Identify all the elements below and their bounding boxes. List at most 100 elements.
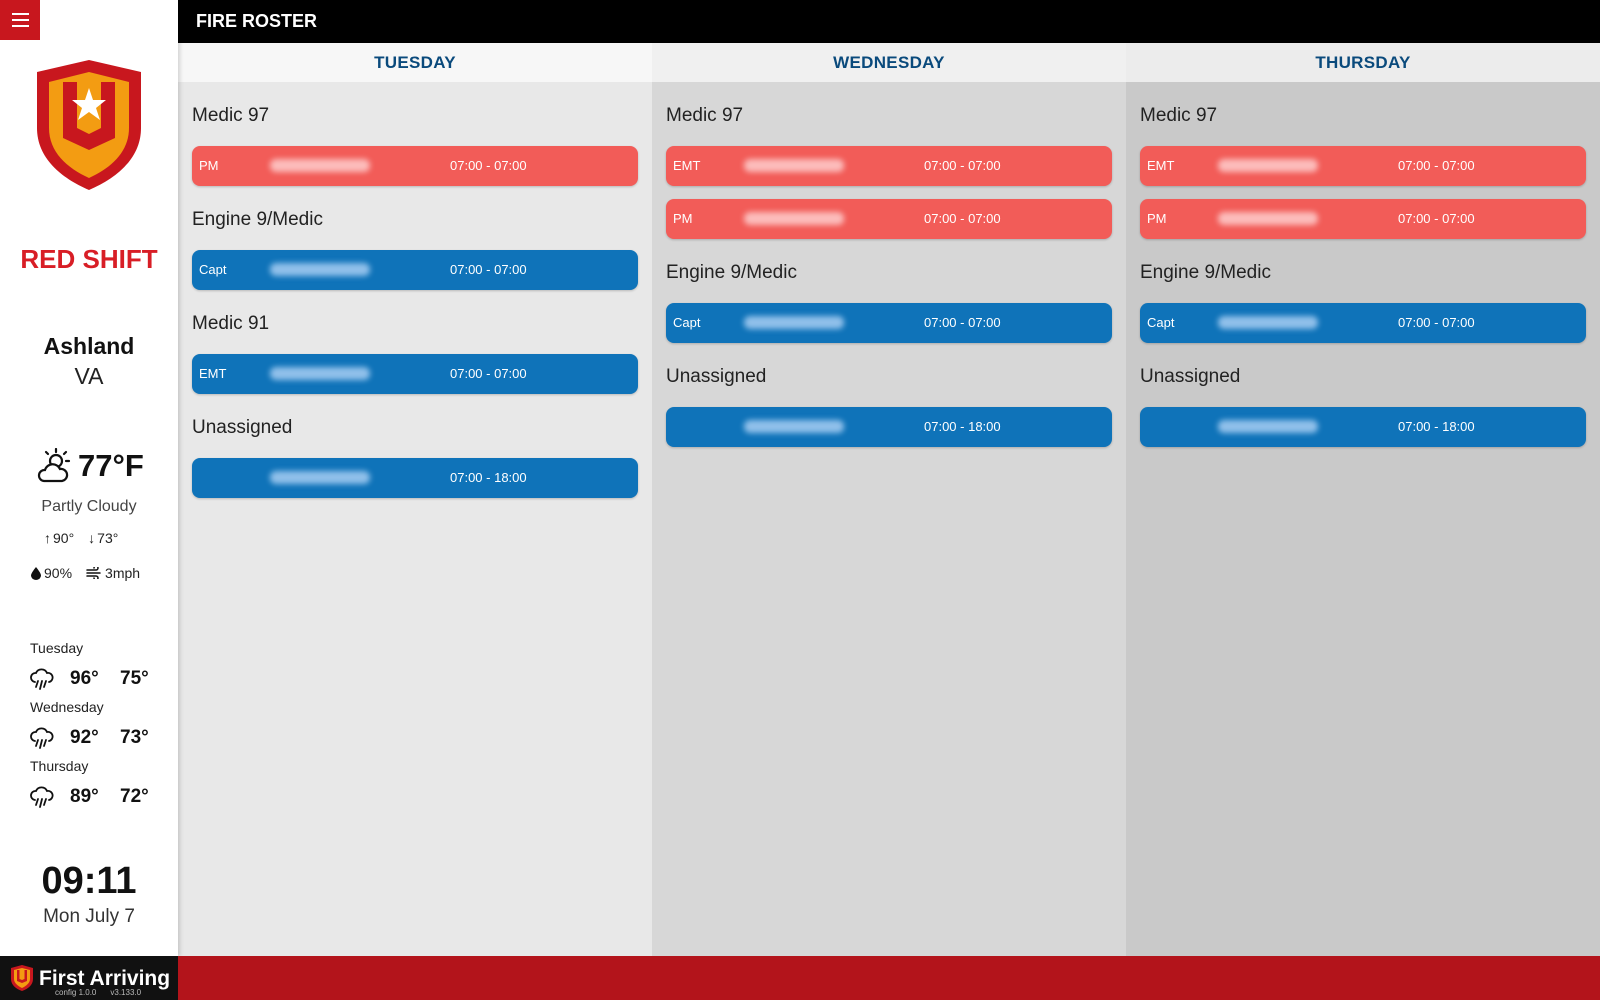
redacted-name — [1218, 212, 1318, 225]
forecast-low: 73° — [120, 727, 149, 748]
shift-card[interactable]: Capt 07:00 - 07:00 — [192, 250, 638, 290]
forecast-day: Wednesday — [30, 699, 104, 715]
hamburger-icon — [11, 13, 29, 15]
wind-group: 3mph — [86, 565, 140, 581]
current-temperature: 77°F — [78, 448, 144, 483]
redacted-name — [744, 212, 844, 225]
high-low: ↑ 90° ↓ 73° — [44, 530, 118, 546]
unit-title: Medic 91 — [192, 313, 270, 334]
shift-card[interactable]: EMT 07:00 - 07:00 — [666, 146, 1112, 186]
unit-title: Medic 97 — [1140, 105, 1218, 126]
current-date: Mon July 7 — [43, 906, 135, 927]
shift-time: 07:00 - 07:00 — [1398, 315, 1475, 330]
day-column-tuesday: TUESDAY Medic 97 PM 07:00 - 07:00 Engine… — [178, 43, 652, 956]
forecast-high: 89° — [70, 786, 99, 807]
shift-role: Capt — [673, 315, 701, 330]
humidity-group: 90% — [31, 565, 72, 581]
forecast-high: 92° — [70, 727, 99, 748]
brand-name: First Arriving — [39, 966, 171, 990]
unit-title: Medic 97 — [666, 105, 744, 126]
current-weather: 77°F — [36, 448, 144, 484]
arrow-down-icon: ↓ — [88, 530, 96, 546]
weather-condition: Partly Cloudy — [41, 498, 137, 515]
day-body: Medic 97 PM 07:00 - 07:00 Engine 9/Medic… — [178, 82, 652, 498]
rain-cloud-icon — [30, 727, 54, 749]
shift-time: 07:00 - 07:00 — [450, 262, 527, 277]
shift-role: PM — [199, 158, 219, 173]
shift-role: Capt — [199, 262, 227, 277]
shift-card[interactable]: PM 07:00 - 07:00 — [192, 146, 638, 186]
forecast-low: 75° — [120, 668, 149, 689]
shift-time: 07:00 - 07:00 — [1398, 211, 1475, 226]
shift-card[interactable]: 07:00 - 18:00 — [192, 458, 638, 498]
water-drop-icon — [31, 566, 41, 580]
day-header: TUESDAY — [178, 43, 652, 82]
wind-value: 3mph — [105, 565, 141, 581]
shift-time: 07:00 - 07:00 — [1398, 158, 1475, 173]
shift-time: 07:00 - 18:00 — [450, 470, 527, 485]
shift-role: PM — [673, 211, 693, 226]
shift-card[interactable]: PM 07:00 - 07:00 — [1140, 199, 1586, 239]
shift-role: EMT — [1147, 158, 1175, 173]
clock: 09:11 — [41, 860, 137, 902]
redacted-name — [744, 420, 844, 433]
redacted-name — [744, 159, 844, 172]
day-body: Medic 97 EMT 07:00 - 07:00 PM 07:00 - 07… — [652, 82, 1126, 447]
shift-card[interactable]: 07:00 - 18:00 — [1140, 407, 1586, 447]
shift-time: 07:00 - 07:00 — [450, 158, 527, 173]
shift-name: RED SHIFT — [20, 244, 158, 274]
rain-cloud-icon — [30, 786, 54, 808]
humidity-wind: 90% 3mph — [31, 565, 140, 581]
unit-title: Medic 97 — [192, 105, 270, 126]
unit-title: Unassigned — [666, 366, 767, 387]
app-title: FIRE ROSTER — [196, 11, 318, 31]
redacted-name — [270, 367, 370, 380]
shift-card[interactable]: Capt 07:00 - 07:00 — [666, 303, 1112, 343]
shift-time: 07:00 - 07:00 — [924, 158, 1001, 173]
shift-card[interactable]: EMT 07:00 - 07:00 — [192, 354, 638, 394]
brand-shield-icon — [11, 965, 33, 991]
wind-icon — [86, 567, 101, 579]
redacted-name — [270, 471, 370, 484]
unit-title: Engine 9/Medic — [666, 262, 797, 283]
unit-title: Engine 9/Medic — [1140, 262, 1271, 283]
forecast-row: 92° 73° — [30, 718, 160, 758]
version-info: config 1.0.0 v3.133.0 — [55, 988, 141, 997]
shift-card[interactable]: EMT 07:00 - 07:00 — [1140, 146, 1586, 186]
shift-role: PM — [1147, 211, 1167, 226]
shift-time: 07:00 - 18:00 — [1398, 419, 1475, 434]
shift-time: 07:00 - 07:00 — [924, 211, 1001, 226]
redacted-name — [1218, 159, 1318, 172]
forecast-day: Tuesday — [30, 640, 84, 656]
sidebar: RED SHIFT Ashland VA 77°F Partly Cloudy … — [0, 0, 178, 956]
footer: First Arriving config 1.0.0 v3.133.0 — [0, 956, 1600, 1000]
state-name: VA — [74, 363, 104, 389]
humidity-value: 90% — [44, 565, 73, 581]
roster-columns: TUESDAY Medic 97 PM 07:00 - 07:00 Engine… — [178, 43, 1600, 956]
day-body: Medic 97 EMT 07:00 - 07:00 PM 07:00 - 07… — [1126, 82, 1600, 447]
redacted-name — [1218, 316, 1318, 329]
shield-logo — [37, 60, 141, 190]
low-temp-group: ↓ 73° — [88, 530, 118, 546]
shift-card[interactable]: Capt 07:00 - 07:00 — [1140, 303, 1586, 343]
redacted-name — [270, 263, 370, 276]
forecast-row: 96° 75° — [30, 659, 160, 699]
day-column-thursday: THURSDAY Medic 97 EMT 07:00 - 07:00 PM 0… — [1126, 43, 1600, 956]
forecast-high: 96° — [70, 668, 99, 689]
forecast-row: 89° 72° — [30, 777, 160, 817]
unit-title: Unassigned — [1140, 366, 1241, 387]
arrow-up-icon: ↑ — [44, 530, 51, 546]
redacted-name — [1218, 420, 1318, 433]
unit-title: Engine 9/Medic — [192, 209, 323, 230]
app-version: v3.133.0 — [110, 988, 142, 997]
shift-role: EMT — [199, 366, 227, 381]
menu-button[interactable] — [0, 0, 40, 40]
shift-time: 07:00 - 18:00 — [924, 419, 1001, 434]
shift-card[interactable]: 07:00 - 18:00 — [666, 407, 1112, 447]
redacted-name — [744, 316, 844, 329]
shift-role: EMT — [673, 158, 701, 173]
day-header: THURSDAY — [1126, 43, 1600, 82]
day-column-wednesday: WEDNESDAY Medic 97 EMT 07:00 - 07:00 PM … — [652, 43, 1126, 956]
app-title-bar: FIRE ROSTER — [178, 0, 1600, 43]
shift-card[interactable]: PM 07:00 - 07:00 — [666, 199, 1112, 239]
